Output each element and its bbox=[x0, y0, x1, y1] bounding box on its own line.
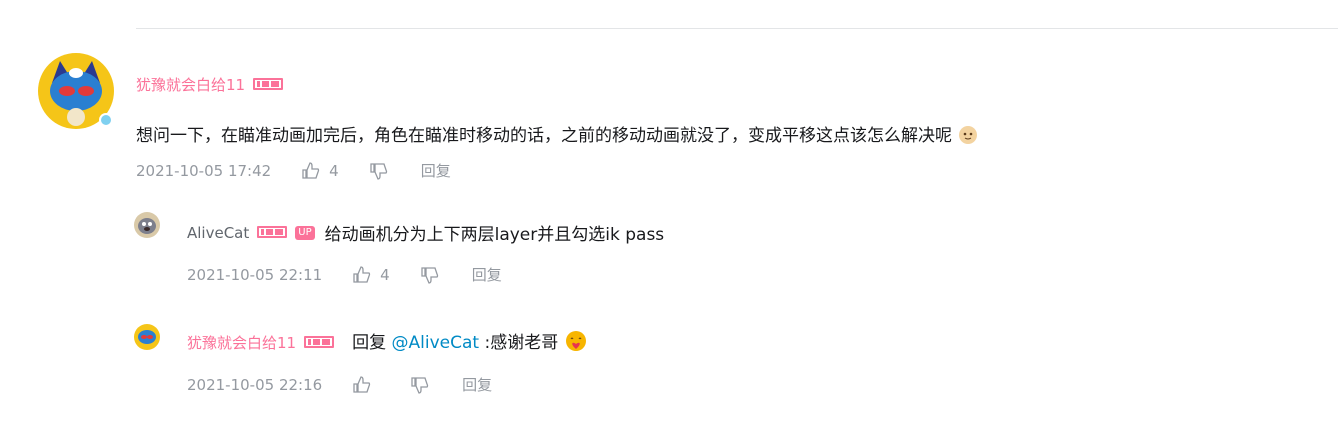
username-text[interactable]: AliveCat bbox=[187, 224, 249, 242]
username-text[interactable]: 犹豫就会白给11 bbox=[136, 74, 245, 95]
reply-meta: 2021-10-05 22:11 4 回复 bbox=[187, 264, 502, 285]
emoji-icon bbox=[564, 329, 588, 358]
like-count: 4 bbox=[380, 265, 390, 284]
level-badge-icon bbox=[253, 76, 284, 94]
divider bbox=[136, 28, 1338, 29]
thumb-down-icon bbox=[411, 376, 429, 394]
thumb-down-icon bbox=[370, 162, 387, 180]
dislike-button[interactable] bbox=[369, 161, 389, 181]
reply-meta: 2021-10-05 22:16 回复 bbox=[187, 374, 492, 395]
reply-username[interactable]: 犹豫就会白给11 回复 @AliveCat :感谢老哥 bbox=[187, 328, 588, 358]
reply-button[interactable]: 回复 bbox=[462, 374, 492, 395]
thumb-up-icon bbox=[302, 161, 320, 179]
comment-meta: 2021-10-05 17:42 4 回复 bbox=[136, 160, 451, 181]
reply-button[interactable]: 回复 bbox=[421, 160, 451, 181]
emoji-icon bbox=[957, 123, 979, 150]
dislike-button[interactable] bbox=[420, 265, 440, 285]
up-badge: UP bbox=[295, 225, 315, 240]
reply-username[interactable]: AliveCat UP 给动画机分为上下两层layer并且勾选ik pass bbox=[187, 220, 665, 246]
username-text[interactable]: 犹豫就会白给11 bbox=[187, 332, 296, 353]
level-badge-icon bbox=[257, 224, 288, 242]
thumb-up-icon bbox=[353, 265, 371, 283]
level-badge-icon bbox=[304, 334, 335, 352]
comment-content: 想问一下，在瞄准动画加完后，角色在瞄准时移动的话，之前的移动动画就没了，变成平移… bbox=[136, 121, 979, 150]
mention-link[interactable]: @AliveCat bbox=[392, 333, 480, 353]
dislike-button[interactable] bbox=[410, 375, 430, 395]
like-count: 4 bbox=[329, 161, 339, 180]
reply-button[interactable]: 回复 bbox=[472, 264, 502, 285]
thumb-down-icon bbox=[421, 266, 438, 284]
reply-avatar[interactable] bbox=[134, 324, 160, 350]
like-button[interactable] bbox=[352, 375, 380, 395]
reply-text: :感谢老哥 bbox=[479, 333, 559, 353]
reply-content: 回复 @AliveCat :感谢老哥 bbox=[352, 328, 588, 358]
reply-time: 2021-10-05 22:16 bbox=[187, 375, 323, 394]
reply-time: 2021-10-05 22:11 bbox=[187, 265, 323, 284]
comment-text: 想问一下，在瞄准动画加完后，角色在瞄准时移动的话，之前的移动动画就没了，变成平移… bbox=[136, 126, 952, 146]
reply-prefix: 回复 bbox=[352, 333, 392, 353]
reply-text: 给动画机分为上下两层layer并且勾选ik pass bbox=[324, 225, 665, 245]
comment-username[interactable]: 犹豫就会白给11 bbox=[136, 74, 284, 95]
like-button[interactable]: 4 bbox=[301, 161, 339, 181]
thumb-up-icon bbox=[353, 375, 371, 393]
avatar[interactable] bbox=[38, 53, 114, 129]
like-button[interactable]: 4 bbox=[352, 265, 390, 285]
comment-time: 2021-10-05 17:42 bbox=[136, 161, 272, 180]
reply-avatar[interactable] bbox=[134, 212, 160, 238]
